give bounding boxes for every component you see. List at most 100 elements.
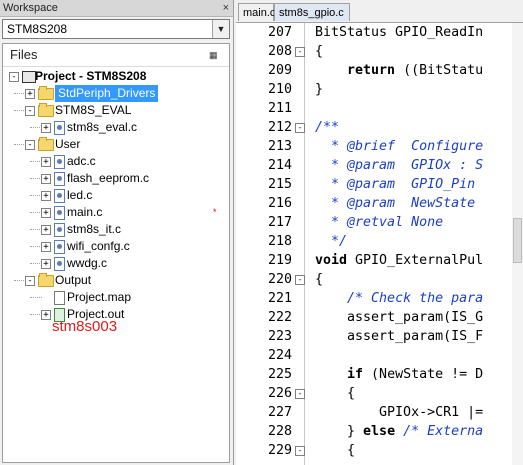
code-line[interactable]: 215 * @param GPIO_Pin	[236, 175, 523, 194]
expand-icon[interactable]: +	[41, 225, 51, 235]
workspace-titlebar: Workspace ×	[0, 0, 233, 17]
collapse-icon[interactable]: -	[9, 72, 19, 82]
line-number: 229	[267, 443, 292, 458]
code-line[interactable]: 221 /* Check the para	[236, 289, 523, 308]
code-line[interactable]: 212-/**	[236, 118, 523, 137]
comment-token: /* Externa	[403, 424, 484, 439]
tree-item-label: led.c	[67, 188, 93, 202]
line-number: 222	[267, 310, 292, 325]
code-token: }	[315, 82, 324, 97]
tree-item[interactable]: - Project - STM8S208	[3, 68, 229, 85]
tree-item[interactable]: + led.c	[3, 187, 229, 204]
code-line[interactable]: 208-{	[236, 42, 523, 61]
tree-item[interactable]: + stm8s_it.c	[3, 221, 229, 238]
tab-main-c[interactable]: main.c	[238, 3, 275, 21]
fold-toggle-icon[interactable]: -	[295, 389, 305, 399]
tree-item[interactable]: + StdPeriph_Drivers	[3, 85, 229, 102]
code-text: * @param GPIOx : S	[315, 156, 483, 175]
line-number: 213	[267, 139, 292, 154]
line-number: 221	[267, 291, 292, 306]
tree-item[interactable]: + adc.c	[3, 153, 229, 170]
tree-item[interactable]: + main.c *	[3, 204, 229, 221]
expand-icon[interactable]: +	[41, 157, 51, 167]
expand-icon[interactable]: +	[41, 310, 51, 320]
fold-toggle-icon[interactable]: -	[295, 47, 305, 57]
code-text: * @param NewState	[315, 194, 475, 213]
code-line[interactable]: 226- {	[236, 384, 523, 403]
line-number: 214	[267, 158, 292, 173]
code-line[interactable]: 211	[236, 99, 523, 118]
tree-item[interactable]: - User	[3, 136, 229, 153]
code-line[interactable]: 216 * @param NewState	[236, 194, 523, 213]
tree-item[interactable]: - Output	[3, 272, 229, 289]
expand-icon[interactable]: +	[41, 174, 51, 184]
expand-icon[interactable]: +	[41, 191, 51, 201]
code-line[interactable]: 219 void GPIO_ExternalPul	[236, 251, 523, 270]
expand-icon[interactable]: +	[25, 89, 35, 99]
code-text: GPIOx->CR1 |=	[315, 403, 483, 422]
code-line[interactable]: 222 assert_param(IS_G	[236, 308, 523, 327]
code-line[interactable]: 210}	[236, 80, 523, 99]
comment-token: */	[315, 234, 348, 249]
code-line[interactable]: 220-{	[236, 270, 523, 289]
expand-icon[interactable]: +	[41, 208, 51, 218]
line-number: 226	[267, 386, 292, 401]
expand-icon[interactable]: +	[41, 259, 51, 269]
close-icon[interactable]: ×	[223, 0, 229, 16]
fold-toggle-icon[interactable]: -	[295, 446, 305, 456]
tree-item[interactable]: + stm8s_eval.c	[3, 119, 229, 136]
folder-icon	[38, 137, 54, 151]
tree-item-label: STM8S_EVAL	[55, 103, 132, 117]
code-text: } else /* Externa	[315, 422, 483, 441]
configuration-select[interactable]: STM8S208 ▼	[2, 19, 230, 39]
collapse-icon[interactable]: -	[25, 140, 35, 150]
code-line[interactable]: 224	[236, 346, 523, 365]
tree-item[interactable]: + wwdg.c	[3, 255, 229, 272]
code-line[interactable]: 228 } else /* Externa	[236, 422, 523, 441]
code-line[interactable]: 214 * @param GPIOx : S	[236, 156, 523, 175]
collapse-icon[interactable]: -	[25, 276, 35, 286]
line-number: 223	[267, 329, 292, 344]
code-line[interactable]: 207 BitStatus GPIO_ReadIn	[236, 23, 523, 42]
code-line[interactable]: 223 assert_param(IS_F	[236, 327, 523, 346]
tree-item[interactable]: Project.map	[3, 289, 229, 306]
collapse-icon[interactable]: -	[25, 106, 35, 116]
line-number: 207	[267, 25, 292, 40]
code-line[interactable]: 218 */	[236, 232, 523, 251]
code-token: GPIOx->CR1 |=	[315, 405, 484, 420]
folder-icon	[38, 103, 54, 117]
vertical-scrollbar[interactable]	[512, 23, 523, 465]
code-area[interactable]: 207 BitStatus GPIO_ReadIn 208-{209 return …	[236, 23, 523, 465]
c-file-icon	[54, 189, 65, 203]
scrollbar-thumb[interactable]	[513, 218, 522, 263]
line-number: 227	[267, 405, 292, 420]
comment-token: /* Check the para	[347, 291, 484, 306]
settings-icon[interactable]: ▦	[209, 48, 223, 62]
tree-item[interactable]: + wifi_confg.c	[3, 238, 229, 255]
expand-icon[interactable]: +	[41, 123, 51, 133]
line-number: 208	[267, 44, 292, 59]
code-line[interactable]: 225 if (NewState != D	[236, 365, 523, 384]
code-line[interactable]: 229- {	[236, 441, 523, 460]
files-header: Files	[10, 47, 38, 62]
code-line[interactable]: 227 GPIOx->CR1 |=	[236, 403, 523, 422]
code-token: BitStatus GPIO_ReadIn	[315, 25, 484, 40]
tree-item[interactable]: - STM8S_EVAL	[3, 102, 229, 119]
line-number: 219	[267, 253, 292, 268]
annotation-text: stm8s003	[52, 318, 118, 335]
keyword-token: if	[347, 367, 364, 382]
expand-icon[interactable]: +	[41, 242, 51, 252]
code-text: assert_param(IS_G	[315, 308, 483, 327]
code-line[interactable]: 213 * @brief Configure	[236, 137, 523, 156]
fold-toggle-icon[interactable]: -	[295, 275, 305, 285]
chevron-down-icon[interactable]: ▼	[212, 20, 229, 38]
tab-stm8s-gpio-c[interactable]: stm8s_gpio.c	[274, 3, 350, 21]
tree-item[interactable]: + flash_eeprom.c	[3, 170, 229, 187]
code-line[interactable]: 209 return ((BitStatu	[236, 61, 523, 80]
code-text: */	[315, 232, 347, 251]
code-line[interactable]: 217 * @retval None	[236, 213, 523, 232]
fold-toggle-icon[interactable]: -	[295, 123, 305, 133]
code-text: {	[315, 441, 355, 460]
